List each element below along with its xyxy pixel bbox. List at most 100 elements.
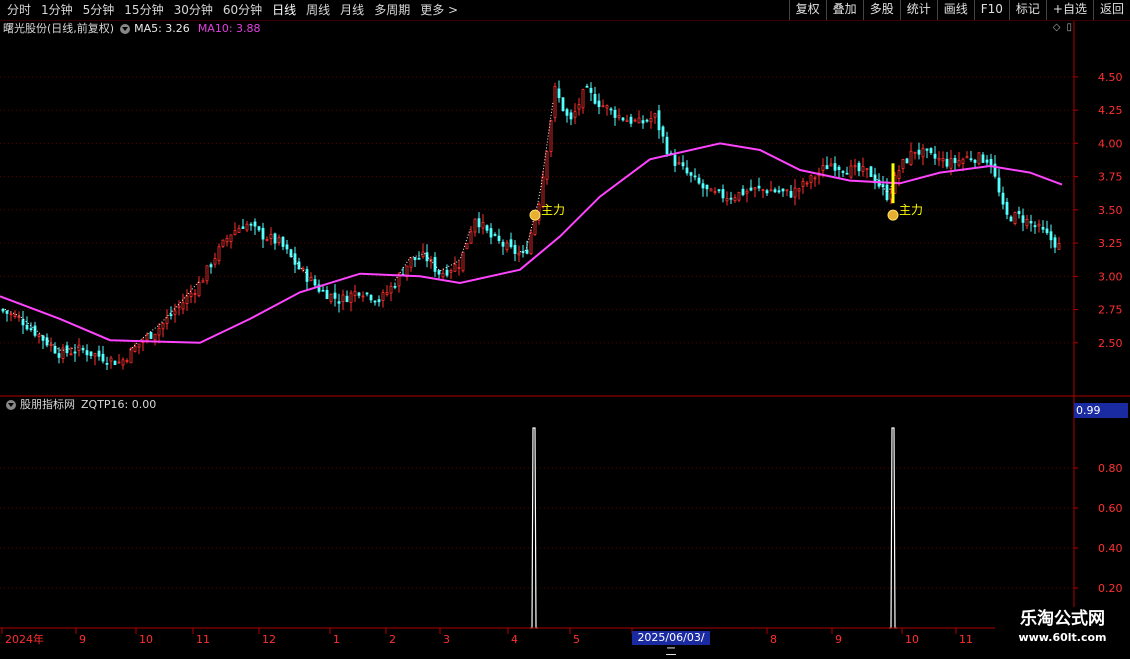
- price-y-ticks: 4.50 4.25 4.00 3.75 3.50 3.25 3.00 2.75 2.50: [1074, 71, 1123, 350]
- candle-body: [1033, 225, 1037, 228]
- indicator-tick-label: 0.60: [1098, 502, 1123, 515]
- action-button-5[interactable]: F10: [973, 0, 1009, 20]
- action-button-3[interactable]: 统计: [899, 0, 937, 20]
- candle-body: [273, 233, 277, 244]
- action-button-1[interactable]: 叠加: [825, 0, 863, 20]
- candle-body: [801, 180, 805, 187]
- candle-body: [957, 159, 961, 166]
- period-tab-7[interactable]: 周线: [301, 0, 335, 20]
- candle-body: [281, 236, 285, 247]
- signal-label: 主力: [541, 203, 565, 217]
- candle-body: [557, 88, 561, 99]
- action-button-2[interactable]: 多股: [862, 0, 900, 20]
- candle-body: [629, 116, 633, 124]
- action-button-4[interactable]: 画线: [936, 0, 974, 20]
- diamond-icon[interactable]: ◇: [1053, 22, 1061, 33]
- candle-body: [645, 119, 649, 122]
- period-tab-0[interactable]: 分时: [2, 0, 36, 20]
- candle-body: [785, 189, 789, 192]
- action-button-8[interactable]: 返回: [1092, 0, 1130, 20]
- dropdown-toggle-icon[interactable]: [6, 400, 16, 410]
- period-tab-1[interactable]: 1分钟: [36, 0, 78, 20]
- candle-body: [109, 357, 113, 362]
- candle-body: [1013, 212, 1017, 224]
- chart-corner-controls: ◇ ▯: [1053, 22, 1072, 33]
- candle-body: [777, 190, 781, 193]
- candle-body: [1017, 210, 1021, 215]
- candle-body: [189, 292, 193, 297]
- candle-body: [821, 165, 825, 171]
- price-tick-label: 3.50: [1098, 204, 1123, 217]
- candle-body: [781, 188, 785, 192]
- candle-body: [17, 316, 21, 318]
- candle-body: [337, 301, 341, 304]
- candle-body: [225, 238, 229, 243]
- candle-body: [921, 148, 925, 158]
- candle-body: [465, 243, 469, 250]
- period-tab-5[interactable]: 60分钟: [218, 0, 267, 20]
- candle-body: [761, 189, 765, 192]
- candle-body: [365, 292, 369, 295]
- candle-body: [809, 175, 813, 183]
- candle-body: [333, 292, 337, 299]
- candle-body: [773, 189, 777, 193]
- action-button-6[interactable]: 标记: [1008, 0, 1046, 20]
- candle-body: [697, 177, 701, 184]
- candle-body: [941, 158, 945, 162]
- candle-body: [133, 346, 137, 352]
- x-tick-label: 10: [139, 633, 153, 646]
- candle-body: [913, 151, 917, 154]
- candle-body: [705, 184, 709, 190]
- candle-body: [201, 280, 205, 283]
- x-tick-label: 9: [835, 633, 842, 646]
- signal-label: 主力: [899, 203, 923, 217]
- indicator-series: [0, 427, 1073, 629]
- candle-body: [833, 163, 837, 171]
- candle-body: [361, 295, 365, 298]
- candle-body: [93, 353, 97, 357]
- x-tick-label: 2024年: [5, 632, 44, 646]
- candle-body: [689, 172, 693, 176]
- candle-body: [101, 353, 105, 362]
- action-button-0[interactable]: 复权: [788, 0, 826, 20]
- candle-body: [517, 252, 521, 256]
- period-tab-10[interactable]: 更多 >: [415, 0, 463, 20]
- candle-body: [649, 118, 653, 123]
- candle-body: [885, 184, 889, 200]
- candle-body: [981, 154, 985, 163]
- dropdown-toggle-icon[interactable]: [120, 24, 131, 34]
- candle-body: [829, 163, 833, 167]
- candle-body: [729, 197, 733, 200]
- candle-body: [33, 325, 37, 336]
- indicator-tick-label: 0.40: [1098, 542, 1123, 555]
- candle-body: [501, 241, 505, 247]
- period-tab-8[interactable]: 月线: [335, 0, 369, 20]
- ma5-label: MA5: 3.26: [134, 22, 190, 35]
- candle-body: [565, 109, 569, 116]
- candle-body: [57, 353, 61, 358]
- chart-canvas[interactable]: 主力 主力 4.50 4.25 4.00 3.75 3.50 3.25 3.00 2.75 2.5…: [0, 0, 1130, 650]
- candle-body: [725, 198, 729, 202]
- candle-body: [749, 187, 753, 191]
- candle-body: [765, 190, 769, 194]
- period-tab-3[interactable]: 15分钟: [119, 0, 168, 20]
- x-tick-label: 12: [262, 633, 276, 646]
- candle-body: [797, 188, 801, 192]
- panel-icon[interactable]: ▯: [1066, 22, 1072, 33]
- dotted-trend-line: [4, 101, 894, 351]
- candle-body: [25, 324, 29, 330]
- candle-body: [13, 314, 17, 317]
- period-tab-6[interactable]: 日线: [267, 0, 301, 20]
- candle-body: [845, 172, 849, 175]
- candle-body: [137, 343, 141, 348]
- period-tab-9[interactable]: 多周期: [369, 0, 415, 20]
- price-tick-label: 4.25: [1098, 104, 1123, 117]
- candle-body: [509, 239, 513, 248]
- candle-body: [909, 150, 913, 166]
- candle-body: [605, 105, 609, 109]
- period-tab-4[interactable]: 30分钟: [169, 0, 218, 20]
- period-tab-2[interactable]: 5分钟: [78, 0, 120, 20]
- action-button-7[interactable]: +自选: [1045, 0, 1093, 20]
- money-bag-icon: [887, 209, 899, 221]
- candle-body: [953, 157, 957, 164]
